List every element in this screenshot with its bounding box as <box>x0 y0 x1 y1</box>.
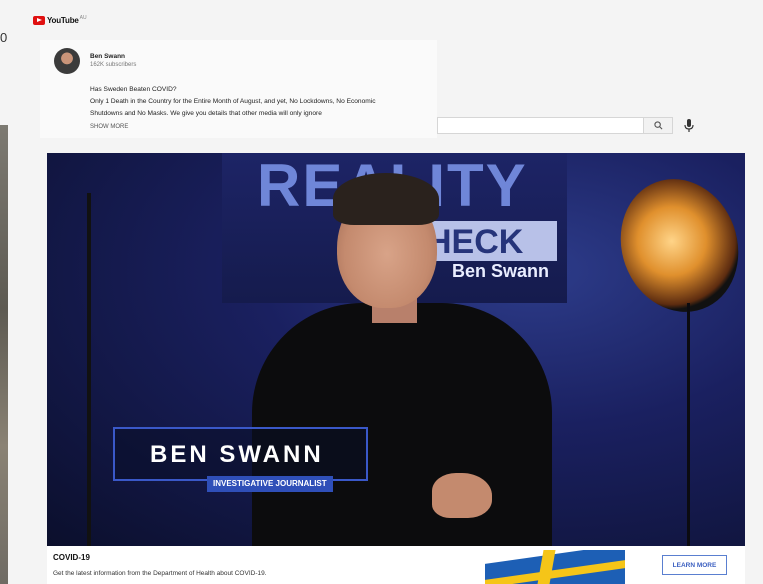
presenter-hand <box>432 473 492 518</box>
description-line: Has Sweden Beaten COVID? <box>90 86 177 93</box>
background-photo-edge <box>0 125 8 584</box>
camera-tripod <box>87 193 91 546</box>
microphone-icon[interactable] <box>683 118 695 133</box>
search-input[interactable] <box>437 117 643 134</box>
description-line: Shutdowns and No Masks. We give you deta… <box>90 110 322 117</box>
youtube-logo-icon <box>33 16 45 25</box>
description-line: Only 1 Death in the Country for the Enti… <box>90 98 376 105</box>
channel-info-card: Ben Swann 162K subscribers Has Sweden Be… <box>40 40 437 138</box>
search-icon <box>653 121 662 130</box>
show-more-link[interactable]: SHOW MORE <box>90 124 128 130</box>
lower-third-name: BEN SWANN <box>150 441 324 468</box>
info-panel-title: COVID-19 <box>53 553 90 562</box>
sweden-flag-icon <box>485 550 625 584</box>
backdrop-check: HECK <box>427 223 524 261</box>
lamp-stand <box>687 303 690 546</box>
info-panel-description: Get the latest information from the Depa… <box>53 570 267 577</box>
youtube-logo[interactable]: YouTube AU <box>33 15 87 25</box>
backdrop-subtitle: Ben Swann <box>452 261 550 281</box>
lower-third-role: INVESTIGATIVE JOURNALIST <box>207 476 333 492</box>
learn-more-button[interactable]: LEARN MORE <box>662 555 727 575</box>
info-panel <box>47 546 745 584</box>
studio-lamp <box>602 162 745 329</box>
logo-wordmark: YouTube <box>47 16 79 25</box>
corner-text: 0 <box>0 30 8 45</box>
avatar[interactable] <box>54 48 80 74</box>
subscriber-count: 162K subscribers <box>90 62 137 68</box>
video-player[interactable]: REALITY HECK Ben Swann BEN SWANN INVESTI… <box>47 153 745 546</box>
presenter-body <box>252 303 552 546</box>
channel-name[interactable]: Ben Swann <box>90 53 125 60</box>
logo-region: AU <box>79 15 87 21</box>
search-button[interactable] <box>643 117 673 134</box>
video-description: Has Sweden Beaten COVID? Only 1 Death in… <box>90 84 430 120</box>
presenter-hair <box>333 173 439 225</box>
